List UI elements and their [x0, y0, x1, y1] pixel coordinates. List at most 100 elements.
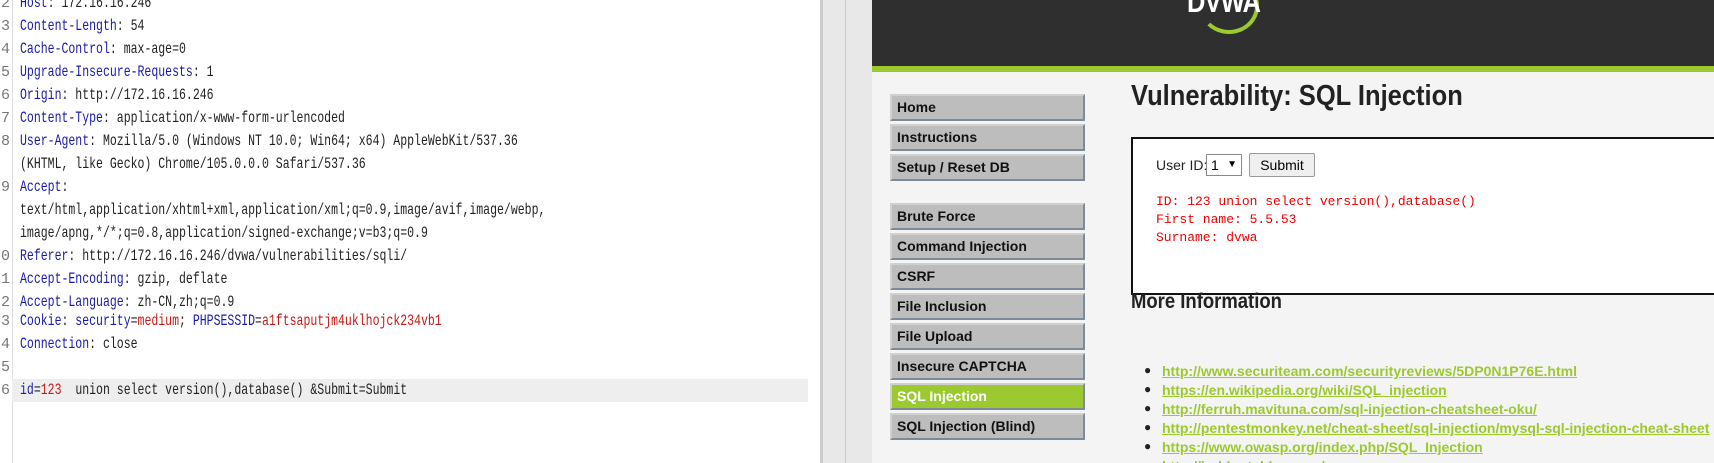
menu-item-file-inclusion[interactable]: File Inclusion [890, 293, 1085, 320]
separator: : [89, 335, 103, 353]
separator: : [116, 17, 131, 35]
menu-item-sql-injection-blind-[interactable]: SQL Injection (Blind) [890, 413, 1085, 440]
reference-link[interactable]: ● http://bobby-tables.com/ [1144, 458, 1325, 463]
user-id-select[interactable]: 1 ▼ [1206, 154, 1242, 176]
line-number: 2 [1, 0, 11, 12]
pane-border [845, 0, 846, 463]
header-value: (KHTML, like Gecko) Chrome/105.0.0.0 Saf… [20, 155, 366, 173]
header-key: Content-Type [20, 109, 103, 127]
line-number: 4 [1, 41, 11, 58]
request-line[interactable]: text/html,application/xhtml+xml,applicat… [0, 199, 820, 222]
request-line-cookie[interactable]: 3 Cookie: security=medium; PHPSESSID=a1f… [0, 310, 820, 333]
header-value: Mozilla/5.0 (Windows NT 10.0; Win64; x64… [102, 132, 518, 150]
more-information-heading: More Information [1131, 290, 1282, 313]
header-value: 172.16.16.246 [61, 0, 152, 12]
separator: : [123, 293, 138, 311]
link-text: https://en.wikipedia.org/wiki/SQL_inject… [1162, 382, 1447, 398]
request-line[interactable]: 7 Content-Type: application/x-www-form-ur… [0, 107, 820, 130]
param-value: 123 [40, 381, 62, 399]
separator: : [61, 178, 69, 196]
line-number: 5 [1, 64, 11, 81]
link-text: http://ferruh.mavituna.com/sql-injection… [1162, 401, 1537, 417]
dvwa-header: DVWA [872, 0, 1714, 66]
request-line[interactable]: 0 Referer: http://172.16.16.246/dvwa/vuln… [0, 245, 820, 268]
separator: : [192, 63, 207, 81]
menu-item-setup-reset-db[interactable]: Setup / Reset DB [890, 154, 1085, 181]
request-body-line[interactable]: 6 id=123 union select version(),database… [1, 379, 808, 402]
menu-item-sql-injection[interactable]: SQL Injection [890, 383, 1085, 410]
browser-pane: DVWA Home Instructions Setup / Reset DB Bru… [823, 0, 1714, 463]
header-value: http://172.16.16.246/dvwa/vulnerabilitie… [82, 247, 408, 265]
header-value: application/x-www-form-urlencoded [116, 109, 345, 127]
request-line[interactable]: 6 Origin: http://172.16.16.246 [0, 84, 820, 107]
menu-item-file-upload[interactable]: File Upload [890, 323, 1085, 350]
separator: : [89, 132, 103, 150]
header-value: http://172.16.16.246 [75, 86, 214, 104]
user-id-label: User ID: [1156, 157, 1208, 173]
cookie-name: security [75, 312, 131, 330]
line-number: 4 [1, 336, 11, 353]
separator: : [61, 312, 76, 330]
menu-item-instructions[interactable]: Instructions [890, 124, 1085, 151]
header-key: Upgrade-Insecure-Requests [20, 63, 193, 81]
separator: : [61, 86, 76, 104]
header-key: Content-Length [20, 17, 117, 35]
reference-link[interactable]: ● https://www.owasp.org/index.php/SQL_Inj… [1144, 439, 1483, 455]
header-value: text/html,application/xhtml+xml,applicat… [20, 201, 546, 219]
request-line-connection[interactable]: 4 Connection: close [0, 333, 820, 356]
line-number: 0 [1, 248, 11, 265]
line-number: 1 [1, 271, 11, 288]
menu-item-csrf[interactable]: CSRF [890, 263, 1085, 290]
request-line[interactable]: 3 Content-Length: 54 [0, 15, 820, 38]
header-value: gzip, deflate [137, 270, 228, 288]
line-number: 6 [1, 87, 11, 104]
request-line[interactable]: 8 User-Agent: Mozilla/5.0 (Windows NT 10.… [0, 130, 820, 153]
request-line[interactable]: 2 Host: 172.16.16.246 [0, 0, 820, 15]
reference-link[interactable]: ● http://pentestmonkey.net/cheat-sheet/sq… [1144, 420, 1709, 436]
separator: = [33, 381, 41, 399]
reference-link[interactable]: ● https://en.wikipedia.org/wiki/SQL_injec… [1144, 382, 1447, 398]
line-number: 6 [1, 382, 11, 399]
submit-button[interactable]: Submit [1249, 153, 1315, 177]
header-key: Accept-Encoding [20, 270, 124, 288]
reference-link[interactable]: ● http://ferruh.mavituna.com/sql-injectio… [1144, 401, 1537, 417]
bullet-icon: ● [1144, 363, 1152, 377]
request-line[interactable]: 4 Cache-Control: max-age=0 [0, 38, 820, 61]
header-key: Cookie [20, 312, 62, 330]
separator: : [102, 109, 117, 127]
header-key: User-Agent [20, 132, 90, 150]
request-line[interactable]: 5 Upgrade-Insecure-Requests: 1 [0, 61, 820, 84]
header-value: 54 [130, 17, 145, 35]
header-value: zh-CN,zh;q=0.9 [137, 293, 235, 311]
request-editor[interactable]: 2 Host: 172.16.16.246 3 Content-Length: 54 4… [0, 0, 820, 463]
menu-item-home[interactable]: Home [890, 94, 1085, 121]
menu-item-brute-force[interactable]: Brute Force [890, 203, 1085, 230]
cookie-value: medium [137, 312, 180, 330]
request-line[interactable]: 1 Accept-Encoding: gzip, deflate [0, 268, 820, 291]
header-key: Origin [20, 86, 62, 104]
header-value: close [102, 335, 138, 353]
request-line-blank[interactable]: 5 [0, 356, 820, 379]
reference-link[interactable]: ● http://www.securiteam.com/securityrevie… [1144, 363, 1577, 379]
header-key: Referer [20, 247, 69, 265]
bullet-icon: ● [1144, 458, 1151, 463]
separator: ; [179, 312, 193, 330]
line-number: 7 [1, 110, 11, 127]
request-line[interactable]: image/apng,*/*;q=0.8,application/signed-… [0, 222, 820, 245]
header-value: max-age=0 [123, 40, 186, 58]
menu-item-insecure-captcha[interactable]: Insecure CAPTCHA [890, 353, 1085, 380]
selected-value: 1 [1211, 157, 1219, 173]
menu-item-command-injection[interactable]: Command Injection [890, 233, 1085, 260]
payload-text: union select version(),database() &Submi… [61, 381, 408, 399]
request-line[interactable]: 9 Accept: [0, 176, 820, 199]
header-key: Accept [20, 178, 62, 196]
cookie-name: PHPSESSID [192, 312, 256, 330]
request-line[interactable]: (KHTML, like Gecko) Chrome/105.0.0.0 Saf… [0, 153, 820, 176]
bullet-icon: ● [1144, 382, 1152, 396]
header-key: Accept-Language [20, 293, 124, 311]
line-number: 9 [1, 179, 11, 196]
output-surname: Surname: dvwa [1156, 230, 1258, 245]
dvwa-page: DVWA Home Instructions Setup / Reset DB Bru… [872, 0, 1714, 463]
page-title: Vulnerability: SQL Injection [1131, 80, 1463, 112]
header-value: image/apng,*/*;q=0.8,application/signed-… [20, 224, 428, 242]
